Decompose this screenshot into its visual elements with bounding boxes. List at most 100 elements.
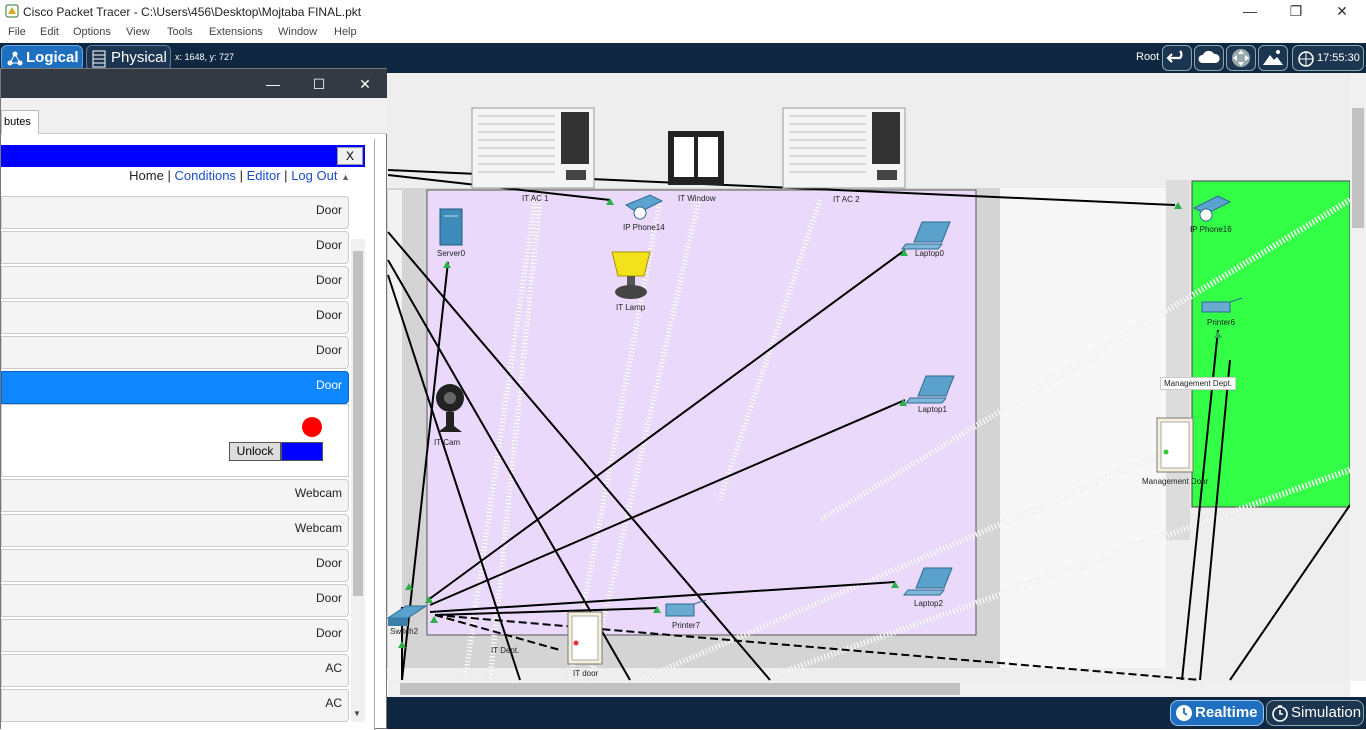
label-printer7: Printer7 <box>672 621 701 630</box>
realtime-label: Realtime <box>1195 704 1258 721</box>
list-item-ac-1[interactable]: AC <box>1 654 349 687</box>
unlock-toggle-button[interactable] <box>281 442 323 461</box>
list-item-ac-2[interactable]: AC <box>1 689 349 722</box>
list-item-door-7[interactable]: Door <box>1 584 349 617</box>
menu-window[interactable]: Window <box>278 26 317 38</box>
popup-scrollbar[interactable]: ▼ <box>351 239 365 722</box>
server-icon <box>439 208 463 246</box>
iot-close-button[interactable]: X <box>337 147 363 165</box>
label-ip-phone14: IP Phone14 <box>623 223 665 232</box>
nav-home[interactable]: Home <box>129 168 164 183</box>
menu-extensions[interactable]: Extensions <box>209 26 263 38</box>
list-item-door-3[interactable]: Door <box>1 266 349 299</box>
menu-help[interactable]: Help <box>334 26 357 38</box>
list-item-door-selected[interactable]: Door <box>1 371 349 404</box>
label-it-window: IT Window <box>678 194 716 203</box>
list-item-door-5[interactable]: Door <box>1 336 349 369</box>
menu-view[interactable]: View <box>126 26 150 38</box>
iot-header-bar <box>1 145 365 167</box>
root-label[interactable]: Root <box>1136 51 1159 63</box>
minimize-button[interactable]: — <box>1227 0 1273 24</box>
cluster-button[interactable] <box>1194 45 1224 71</box>
back-button[interactable] <box>1162 45 1192 71</box>
label-it-lamp: IT Lamp <box>616 303 646 312</box>
nav-editor[interactable]: Editor <box>247 168 281 183</box>
simulation-button[interactable]: Simulation <box>1266 700 1364 726</box>
time-value: 17:55:30 <box>1317 52 1360 64</box>
cursor-coordinates: x: 1648, y: 727 <box>175 52 235 62</box>
scroll-down-icon[interactable]: ▼ <box>353 709 361 718</box>
list-item-door-1[interactable]: Door <box>1 196 349 229</box>
simulation-label: Simulation <box>1291 704 1362 721</box>
clock-icon <box>1176 705 1192 721</box>
background-button[interactable] <box>1258 45 1288 71</box>
tab-attributes[interactable]: butes <box>1 110 39 134</box>
stopwatch-icon <box>1272 705 1288 722</box>
it-door-icon <box>567 611 603 665</box>
nav-logout[interactable]: Log Out <box>291 168 337 183</box>
lamp-icon <box>611 251 651 299</box>
list-item-door-2[interactable]: Door <box>1 231 349 264</box>
label-server0: Server0 <box>437 249 466 258</box>
nav-scroll-up-icon[interactable]: ▲ <box>341 172 350 182</box>
label-laptop2: Laptop2 <box>914 599 943 608</box>
move-button[interactable] <box>1226 45 1256 71</box>
label-laptop0: Laptop0 <box>915 249 944 258</box>
back-arrow-icon <box>1166 50 1183 63</box>
packet-tracer-icon <box>5 4 19 18</box>
label-it-door: IT door <box>573 669 599 678</box>
label-it-ac1: IT AC 1 <box>522 194 549 203</box>
label-management-dept: Management Dept. <box>1160 377 1237 390</box>
close-button[interactable]: ✕ <box>1319 0 1365 24</box>
ac-unit-2-icon <box>782 107 906 189</box>
physical-label: Physical <box>111 49 167 66</box>
cloud-icon <box>1198 50 1220 63</box>
workspace-vertical-scrollbar[interactable] <box>1350 73 1366 681</box>
label-it-ac2: IT AC 2 <box>833 195 860 204</box>
workspace-horizontal-scrollbar[interactable] <box>388 681 1350 697</box>
popup-minimize-button[interactable]: — <box>251 73 295 95</box>
list-item-door-6[interactable]: Door <box>1 549 349 582</box>
list-item-door-4[interactable]: Door <box>1 301 349 334</box>
device-popup-window: — ☐ ✕ butes X Home | Conditions | Editor… <box>0 68 387 730</box>
window-title: Cisco Packet Tracer - C:\Users\456\Deskt… <box>23 5 362 19</box>
mountain-icon <box>1263 50 1283 65</box>
label-it-dept: IT Dept. <box>491 646 520 655</box>
door-status-indicator <box>302 417 322 437</box>
window-icon <box>668 131 724 185</box>
label-laptop1: Laptop1 <box>918 405 947 414</box>
label-management-door: Management Door <box>1142 477 1209 486</box>
realtime-button[interactable]: Realtime <box>1170 700 1264 726</box>
label-ip-phone16: IP Phone16 <box>1190 225 1232 234</box>
time-display: 17:55:30 <box>1292 45 1364 71</box>
rack-icon <box>92 50 106 68</box>
list-item-door-8[interactable]: Door <box>1 619 349 652</box>
maximize-button[interactable]: ❐ <box>1273 0 1319 24</box>
popup-scroll-thumb[interactable] <box>353 251 363 596</box>
popup-title-bar: — ☐ ✕ <box>1 69 387 98</box>
nav-conditions[interactable]: Conditions <box>175 168 236 183</box>
mgmt-wall <box>1166 180 1190 540</box>
ac-unit-1-icon <box>471 107 595 189</box>
menu-file[interactable]: File <box>8 26 26 38</box>
iot-nav-links: Home | Conditions | Editor | Log Out ▲ <box>129 168 350 183</box>
label-it-cam: IT Cam <box>434 438 461 447</box>
popup-tab-bar: butes <box>1 98 387 134</box>
menu-bar: File Edit Options View Tools Extensions … <box>0 24 1366 43</box>
management-door-icon <box>1156 417 1194 473</box>
menu-options[interactable]: Options <box>73 26 111 38</box>
menu-tools[interactable]: Tools <box>167 26 193 38</box>
label-printer6: Printer6 <box>1207 318 1236 327</box>
move-icon <box>1232 49 1250 67</box>
unlock-button[interactable]: Unlock <box>229 442 281 461</box>
logical-icon <box>7 51 23 66</box>
globe-clock-icon <box>1298 51 1314 67</box>
title-bar: Cisco Packet Tracer - C:\Users\456\Deskt… <box>0 0 1366 24</box>
popup-maximize-button[interactable]: ☐ <box>297 73 341 95</box>
list-item-webcam-2[interactable]: Webcam <box>1 514 349 547</box>
menu-edit[interactable]: Edit <box>40 26 59 38</box>
logical-label: Logical <box>26 49 79 66</box>
popup-close-button[interactable]: ✕ <box>343 73 387 95</box>
list-item-webcam-1[interactable]: Webcam <box>1 479 349 512</box>
selected-door-details: Unlock <box>1 404 349 477</box>
